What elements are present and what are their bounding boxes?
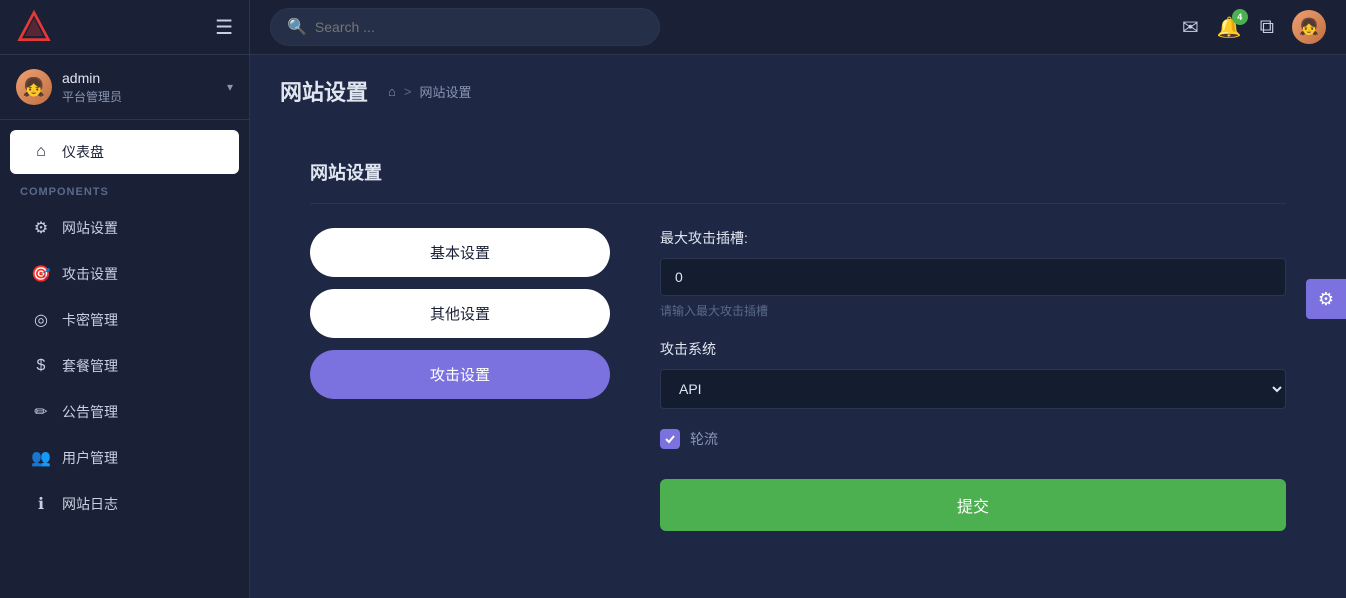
notification-badge: 4 <box>1232 9 1248 25</box>
checkbox-group: 轮流 <box>660 429 1286 449</box>
user-management-icon: 👥 <box>30 447 52 469</box>
tab-basic-settings[interactable]: 基本设置 <box>310 228 610 277</box>
package-management-icon: $ <box>30 355 52 377</box>
max-slots-label: 最大攻击插槽: <box>660 228 1286 248</box>
max-slots-input[interactable] <box>660 258 1286 296</box>
dashboard-icon: ⌂ <box>30 141 52 163</box>
sidebar-header: ☰ <box>0 0 249 55</box>
settings-layout: 基本设置 其他设置 攻击设置 最大攻击插槽: 请输入最大攻击插槽 攻击系统 AP… <box>310 228 1286 531</box>
search-icon: 🔍 <box>287 17 307 37</box>
checkbox-rotate[interactable] <box>660 429 680 449</box>
user-name: admin <box>62 70 227 86</box>
logo <box>16 9 52 45</box>
checkbox-row: 轮流 <box>660 429 1286 449</box>
sidebar-item-user-label: 用户管理 <box>62 448 118 468</box>
website-settings-icon: ⚙ <box>30 217 52 239</box>
sidebar-item-card-label: 卡密管理 <box>62 310 118 330</box>
sidebar-item-attack-settings[interactable]: 🎯 攻击设置 <box>10 252 239 296</box>
page-header: 网站设置 ⌂ > 网站设置 <box>280 75 1316 107</box>
header: 🔍 ✉ 🔔 4 ⧉ 👧 <box>250 0 1346 55</box>
floating-settings-button[interactable]: ⚙ <box>1306 279 1346 319</box>
sidebar-item-package-label: 套餐管理 <box>62 356 118 376</box>
card-management-icon: ◎ <box>30 309 52 331</box>
checkbox-label: 轮流 <box>690 429 718 449</box>
sidebar-nav: ⌂ 仪表盘 COMPONENTS ⚙ 网站设置 🎯 攻击设置 ◎ 卡密管理 $ … <box>0 120 249 598</box>
card-title: 网站设置 <box>310 159 1286 204</box>
tab-other-settings[interactable]: 其他设置 <box>310 289 610 338</box>
hamburger-button[interactable]: ☰ <box>215 15 233 40</box>
tab-attack-settings[interactable]: 攻击设置 <box>310 350 610 399</box>
sidebar-item-user-management[interactable]: 👥 用户管理 <box>10 436 239 480</box>
layers-icon-button[interactable]: ⧉ <box>1260 16 1274 39</box>
settings-form: 最大攻击插槽: 请输入最大攻击插槽 攻击系统 API <box>660 228 1286 531</box>
sidebar-item-log-label: 网站日志 <box>62 494 118 514</box>
max-slots-hint: 请输入最大攻击插槽 <box>660 302 1286 319</box>
attack-system-label: 攻击系统 <box>660 339 1286 359</box>
attack-system-select[interactable]: API <box>660 369 1286 409</box>
settings-tabs: 基本设置 其他设置 攻击设置 <box>310 228 610 531</box>
breadcrumb-separator: > <box>404 84 412 99</box>
components-label: COMPONENTS <box>0 176 249 204</box>
sidebar-item-dashboard-label: 仪表盘 <box>62 142 104 162</box>
header-right: ✉ 🔔 4 ⧉ 👧 <box>1182 10 1326 44</box>
sidebar: ☰ 👧 admin 平台管理员 ▾ ⌂ 仪表盘 COMPONENTS ⚙ 网站设… <box>0 0 250 598</box>
logo-icon <box>16 9 52 45</box>
notification-icon-button[interactable]: 🔔 4 <box>1217 15 1242 40</box>
sidebar-item-website-settings[interactable]: ⚙ 网站设置 <box>10 206 239 250</box>
user-section[interactable]: 👧 admin 平台管理员 ▾ <box>0 55 249 120</box>
floating-settings-icon: ⚙ <box>1318 289 1334 310</box>
main-area: 🔍 ✉ 🔔 4 ⧉ 👧 网站设置 ⌂ > 网站设置 网站设置 <box>250 0 1346 598</box>
max-slots-group: 最大攻击插槽: 请输入最大攻击插槽 <box>660 228 1286 319</box>
search-bar[interactable]: 🔍 <box>270 8 660 46</box>
user-info: admin 平台管理员 <box>62 70 227 105</box>
sidebar-item-site-log[interactable]: ℹ 网站日志 <box>10 482 239 526</box>
avatar: 👧 <box>16 69 52 105</box>
sidebar-item-attack-label: 攻击设置 <box>62 264 118 284</box>
site-log-icon: ℹ <box>30 493 52 515</box>
announcement-icon: ✏ <box>30 401 52 423</box>
content-card: 网站设置 基本设置 其他设置 攻击设置 最大攻击插槽: 请输入最大攻击插槽 <box>280 131 1316 559</box>
profile-avatar[interactable]: 👧 <box>1292 10 1326 44</box>
page-content: 网站设置 ⌂ > 网站设置 网站设置 基本设置 其他设置 攻击设置 <box>250 55 1346 598</box>
user-role: 平台管理员 <box>62 88 227 105</box>
sidebar-item-announcement[interactable]: ✏ 公告管理 <box>10 390 239 434</box>
sidebar-item-package-management[interactable]: $ 套餐管理 <box>10 344 239 388</box>
attack-settings-icon: 🎯 <box>30 263 52 285</box>
sidebar-item-announcement-label: 公告管理 <box>62 402 118 422</box>
search-input[interactable] <box>315 19 643 35</box>
page-title: 网站设置 <box>280 75 368 107</box>
checkmark-icon <box>664 433 676 445</box>
submit-button[interactable]: 提交 <box>660 479 1286 531</box>
breadcrumb-current: 网站设置 <box>419 82 471 101</box>
sidebar-item-card-management[interactable]: ◎ 卡密管理 <box>10 298 239 342</box>
sidebar-item-dashboard[interactable]: ⌂ 仪表盘 <box>10 130 239 174</box>
attack-system-group: 攻击系统 API <box>660 339 1286 409</box>
breadcrumb: ⌂ > 网站设置 <box>388 82 471 101</box>
avatar-image: 👧 <box>16 69 52 105</box>
sidebar-item-website-label: 网站设置 <box>62 218 118 238</box>
breadcrumb-home[interactable]: ⌂ <box>388 84 396 99</box>
mail-icon-button[interactable]: ✉ <box>1182 15 1199 40</box>
chevron-down-icon: ▾ <box>227 80 233 94</box>
